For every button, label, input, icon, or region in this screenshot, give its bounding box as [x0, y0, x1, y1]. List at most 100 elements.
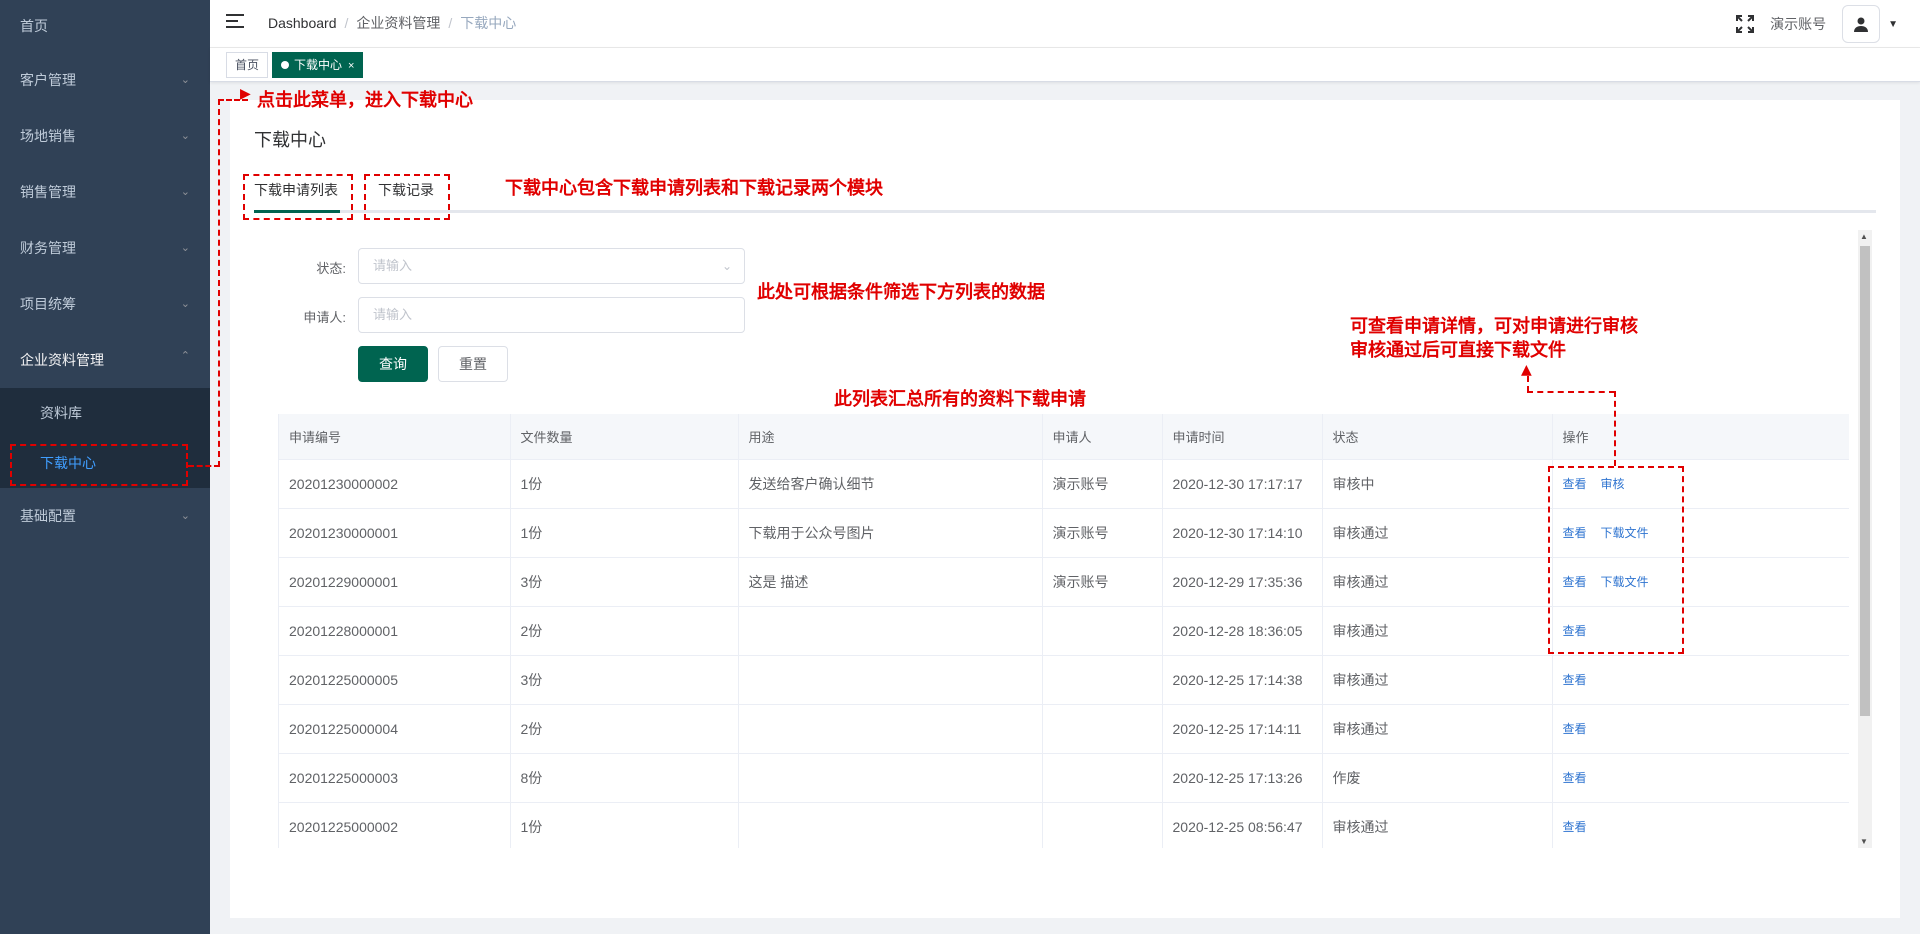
- applicant-cell: 演示账号: [1042, 459, 1163, 509]
- purpose-cell: [738, 606, 1043, 656]
- scroll-up-icon[interactable]: ▲: [1860, 232, 1868, 241]
- status-placeholder: 请输入: [373, 258, 413, 273]
- status-cell: 审核通过: [1322, 704, 1553, 754]
- chevron-down-icon: ⌄: [180, 186, 190, 198]
- annotation-line: [188, 465, 220, 467]
- annotation-line: [218, 99, 220, 467]
- annotation-table-hint: 此列表汇总所有的资料下载申请: [834, 389, 1086, 410]
- close-icon[interactable]: ×: [348, 60, 354, 72]
- status-cell: 审核通过: [1322, 508, 1553, 558]
- sidebar-item-base-config[interactable]: 基础配置 ⌄: [0, 488, 210, 544]
- scroll-down-icon[interactable]: ▼: [1860, 837, 1868, 846]
- purpose-cell: 发送给客户确认细节: [738, 459, 1043, 509]
- chevron-down-icon: ⌄: [180, 130, 190, 142]
- purpose-cell: [738, 753, 1043, 803]
- applicant-cell: [1042, 704, 1163, 754]
- view-link[interactable]: 查看: [1563, 820, 1587, 834]
- chevron-down-icon: ⌄: [180, 510, 190, 522]
- applicant-cell: 演示账号: [1042, 557, 1163, 607]
- request-id-cell: 20201228000001: [279, 606, 511, 656]
- breadcrumb-enterprise-docs[interactable]: 企业资料管理: [356, 15, 440, 31]
- scrollbar-thumb[interactable]: [1860, 246, 1870, 716]
- view-link[interactable]: 查看: [1563, 771, 1587, 785]
- table-header: 申请人: [1042, 414, 1163, 460]
- request-id-cell: 20201225000002: [279, 802, 511, 848]
- request-id-cell: 20201229000001: [279, 557, 511, 607]
- file-count-cell: 2份: [510, 704, 739, 754]
- reset-button[interactable]: 重置: [438, 346, 508, 382]
- tag-label: 下载中心: [294, 58, 343, 72]
- purpose-cell: [738, 655, 1043, 705]
- annotation-action-hint-1: 可查看申请详情，可对申请进行审核: [1350, 316, 1638, 337]
- arrow-right-icon: ▶: [240, 86, 251, 102]
- file-count-cell: 3份: [510, 557, 739, 607]
- applicant-placeholder: 请输入: [373, 307, 413, 322]
- sidebar-item-label: 客户管理: [20, 72, 76, 88]
- request-time-cell: 2020-12-30 17:17:17: [1162, 459, 1323, 509]
- actions-cell: 查看: [1552, 802, 1849, 848]
- sidebar-item-projects[interactable]: 项目统筹 ⌄: [0, 276, 210, 332]
- chevron-down-icon: ⌄: [180, 298, 190, 310]
- sidebar-item-label: 基础配置: [20, 508, 76, 524]
- annotation-line: [1527, 376, 1529, 392]
- file-count-cell: 2份: [510, 606, 739, 656]
- page-title: 下载中心: [254, 130, 326, 150]
- breadcrumb-dashboard[interactable]: Dashboard: [268, 15, 337, 31]
- request-id-cell: 20201225000005: [279, 655, 511, 705]
- annotation-box-tab1: [243, 174, 353, 220]
- purpose-cell: [738, 802, 1043, 848]
- request-id-cell: 20201230000002: [279, 459, 511, 509]
- tag-home[interactable]: 首页: [226, 52, 269, 78]
- applicant-cell: 演示账号: [1042, 508, 1163, 558]
- avatar[interactable]: [1842, 5, 1881, 43]
- request-id-cell: 20201225000003: [279, 753, 511, 803]
- status-cell: 审核中: [1322, 459, 1553, 509]
- sidebar-item-home[interactable]: 首页: [0, 0, 210, 52]
- applicant-input[interactable]: 请输入: [358, 297, 745, 333]
- sidebar-item-venue-sales[interactable]: 场地销售 ⌄: [0, 108, 210, 164]
- sidebar-item-finance[interactable]: 财务管理 ⌄: [0, 220, 210, 276]
- table-row: 20201225000002 1份 2020-12-25 08:56:47 审核通过查…: [279, 802, 1849, 848]
- sidebar-item-customers[interactable]: 客户管理 ⌄: [0, 52, 210, 108]
- purpose-cell: 下载用于公众号图片: [738, 508, 1043, 558]
- username[interactable]: 演示账号: [1770, 14, 1826, 34]
- status-select[interactable]: 请输入 ⌄: [358, 248, 745, 284]
- chevron-down-icon: ⌄: [721, 259, 732, 273]
- sidebar-item-library[interactable]: 资料库: [0, 388, 210, 438]
- table-header: 申请编号: [279, 414, 511, 460]
- file-count-cell: 8份: [510, 753, 739, 803]
- applicant-cell: [1042, 606, 1163, 656]
- fullscreen-icon[interactable]: [1736, 15, 1755, 33]
- table-row: 20201225000003 8份 2020-12-25 17:13:26 作废 查看: [279, 753, 1849, 803]
- breadcrumb: Dashboard / 企业资料管理 / 下载中心: [268, 15, 517, 31]
- caret-down-icon[interactable]: ▼: [1888, 19, 1898, 30]
- search-button[interactable]: 查询: [358, 346, 428, 382]
- annotation-menu-hint: 点击此菜单，进入下载中心: [257, 90, 473, 111]
- purpose-cell: 这是 描述: [738, 557, 1043, 607]
- tabs-divider: [254, 210, 1876, 213]
- sidebar-item-label: 项目统筹: [20, 296, 76, 312]
- view-link[interactable]: 查看: [1563, 722, 1587, 736]
- status-cell: 审核通过: [1322, 557, 1553, 607]
- table-scrollbar[interactable]: ▲ ▼: [1858, 230, 1872, 848]
- tag-download-center[interactable]: 下载中心 ×: [272, 52, 364, 78]
- request-time-cell: 2020-12-25 08:56:47: [1162, 802, 1323, 848]
- actions-cell: 查看: [1552, 655, 1849, 705]
- sidebar-item-label: 首页: [20, 18, 48, 34]
- status-cell: 作废: [1322, 753, 1553, 803]
- sidebar-item-label: 资料库: [40, 405, 82, 421]
- chevron-down-icon: ⌄: [180, 242, 190, 254]
- sidebar-item-sales[interactable]: 销售管理 ⌄: [0, 164, 210, 220]
- applicant-cell: [1042, 802, 1163, 848]
- sidebar-item-enterprise-docs[interactable]: 企业资料管理 ⌃: [0, 332, 210, 388]
- file-count-cell: 1份: [510, 802, 739, 848]
- view-link[interactable]: 查看: [1563, 673, 1587, 687]
- annotation-box-menu: [10, 444, 188, 486]
- status-cell: 审核通过: [1322, 655, 1553, 705]
- purpose-cell: [738, 704, 1043, 754]
- chevron-up-icon: ⌃: [180, 350, 190, 362]
- request-time-cell: 2020-12-25 17:13:26: [1162, 753, 1323, 803]
- status-cell: 审核通过: [1322, 802, 1553, 848]
- hamburger-menu-icon[interactable]: [226, 14, 244, 30]
- table-header: 用途: [738, 414, 1043, 460]
